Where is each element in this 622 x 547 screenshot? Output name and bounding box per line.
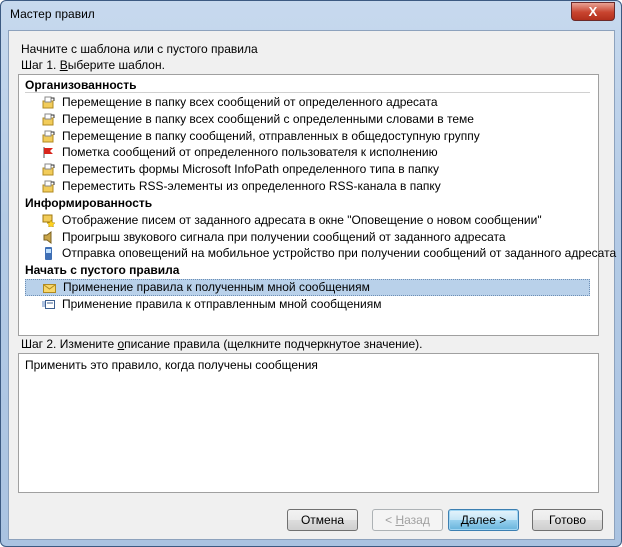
mobile-phone-icon xyxy=(42,247,55,261)
template-item[interactable]: Переместить RSS-элементы из определенног… xyxy=(25,178,590,195)
speaker-icon xyxy=(42,230,55,244)
template-item-label: Отправка оповещений на мобильное устройс… xyxy=(62,246,617,261)
template-item-label: Проигрыш звукового сигнала при получении… xyxy=(62,229,506,244)
move-folder-icon xyxy=(42,163,55,176)
template-item[interactable]: Отправка оповещений на мобильное устройс… xyxy=(25,245,616,262)
step2-rest: писание правила (щелкните подчеркнутое з… xyxy=(124,337,423,351)
dialog-body: Начните с шаблона или с пустого правила … xyxy=(8,30,616,540)
step1-accel: В xyxy=(59,58,68,72)
close-icon: X xyxy=(588,4,598,19)
move-folder-icon xyxy=(42,180,55,193)
group-header: Организованность xyxy=(25,77,590,93)
template-item-label: Переместить формы Microsoft InfoPath опр… xyxy=(62,162,440,177)
back-button[interactable]: < Назад xyxy=(372,509,443,531)
step1-label: Шаг 1. Выберите шаблон. xyxy=(21,58,165,72)
template-item[interactable]: Применение правила к полученным мной соо… xyxy=(25,279,590,297)
step2-label: Шаг 2. Измените описание правила (щелкни… xyxy=(21,337,423,351)
move-folder-icon xyxy=(42,96,55,109)
move-folder-icon xyxy=(42,113,55,126)
window-title: Мастер правил xyxy=(10,7,95,21)
template-item-label: Применение правила к отправленным мной с… xyxy=(62,297,382,311)
template-item[interactable]: Пометка сообщений от определенного польз… xyxy=(25,144,590,161)
close-button[interactable]: X xyxy=(571,2,615,21)
back-prefix: < xyxy=(385,513,396,527)
step1-prefix: Шаг 1. xyxy=(21,58,60,72)
template-item[interactable]: Переместить формы Microsoft InfoPath опр… xyxy=(25,161,590,178)
template-item-label: Переместить RSS-элементы из определенног… xyxy=(62,179,441,193)
alert-star-icon xyxy=(42,214,56,228)
step2-prefix: Шаг 2. Измените xyxy=(21,337,118,351)
group-header: Начать с пустого правила xyxy=(25,263,180,278)
step1-rest: ыберите шаблон. xyxy=(67,58,165,72)
template-item-label: Отображение писем от заданного адресата … xyxy=(62,212,542,227)
template-item-label: Пометка сообщений от определенного польз… xyxy=(62,145,438,160)
envelope-icon xyxy=(43,282,56,295)
finish-button[interactable]: Готово xyxy=(532,509,603,531)
rule-description-box[interactable]: Применить это правило, когда получены со… xyxy=(18,353,599,493)
template-item[interactable]: Применение правила к отправленным мной с… xyxy=(25,296,590,313)
sent-mail-icon xyxy=(42,298,55,311)
group-header: Информированность xyxy=(25,195,153,210)
template-item[interactable]: Перемещение в папку всех сообщений от оп… xyxy=(25,94,590,111)
template-list[interactable]: Организованность Перемещение в папку всех… xyxy=(18,74,616,336)
back-accel: Н xyxy=(395,513,405,527)
template-item-label: Перемещение в папку сообщений, отправлен… xyxy=(62,128,480,143)
intro-text: Начните с шаблона или с пустого правила xyxy=(21,42,258,56)
flag-icon xyxy=(42,146,55,159)
template-item[interactable]: Отображение писем от заданного адресата … xyxy=(25,212,590,229)
template-item[interactable]: Проигрыш звукового сигнала при получении… xyxy=(25,229,590,246)
rule-description: Применить это правило, когда получены со… xyxy=(25,358,318,372)
template-item-label: Перемещение в папку всех сообщений с опр… xyxy=(62,111,474,126)
template-item-label: Перемещение в папку всех сообщений от оп… xyxy=(62,95,438,109)
rules-wizard-window: Мастер правил X Начните с шаблона или с … xyxy=(0,0,622,547)
cancel-button[interactable]: Отмена xyxy=(287,509,358,531)
move-folder-icon xyxy=(42,130,55,143)
back-rest: азад xyxy=(404,513,430,527)
template-item[interactable]: Перемещение в папку всех сообщений с опр… xyxy=(25,111,590,128)
next-button[interactable]: Далее > xyxy=(448,509,519,531)
template-item[interactable]: Перемещение в папку сообщений, отправлен… xyxy=(25,128,590,145)
template-item-label: Применение правила к полученным мной соо… xyxy=(63,280,370,295)
